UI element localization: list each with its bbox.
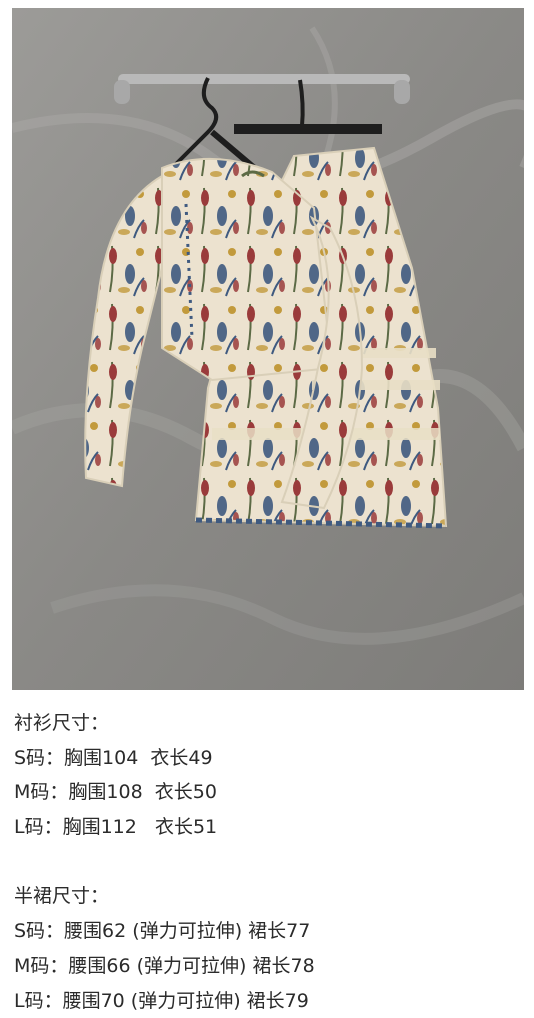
shirt-size-s: S码：胸围104 衣长49 [14,746,213,769]
size-chart: 衬衫尺寸： S码：胸围104 衣长49 M码：胸围108 衣长50 L码：胸围1… [14,706,514,1018]
shirt-size-m: M码：胸围108 衣长50 [14,781,217,804]
skirt-size-s: S码：腰围62 (弹力可拉伸) 裙长77 [14,920,311,943]
skirt-size-m: M码：腰围66 (弹力可拉伸) 裙长78 [14,954,315,977]
skirt-size-title: 半裙尺寸： [14,885,110,908]
product-post: 衬衫尺寸： S码：胸围104 衣长49 M码：胸围108 衣长50 L码：胸围1… [0,0,534,1018]
shirt-size-title: 衬衫尺寸： [14,712,110,734]
product-photo-illustration [12,8,524,690]
shirt-size-l: L码：胸围112 衣长51 [14,816,218,839]
skirt-size-l: L码：腰围70 (弹力可拉伸) 裙长79 [14,989,309,1012]
product-photo [12,8,524,690]
